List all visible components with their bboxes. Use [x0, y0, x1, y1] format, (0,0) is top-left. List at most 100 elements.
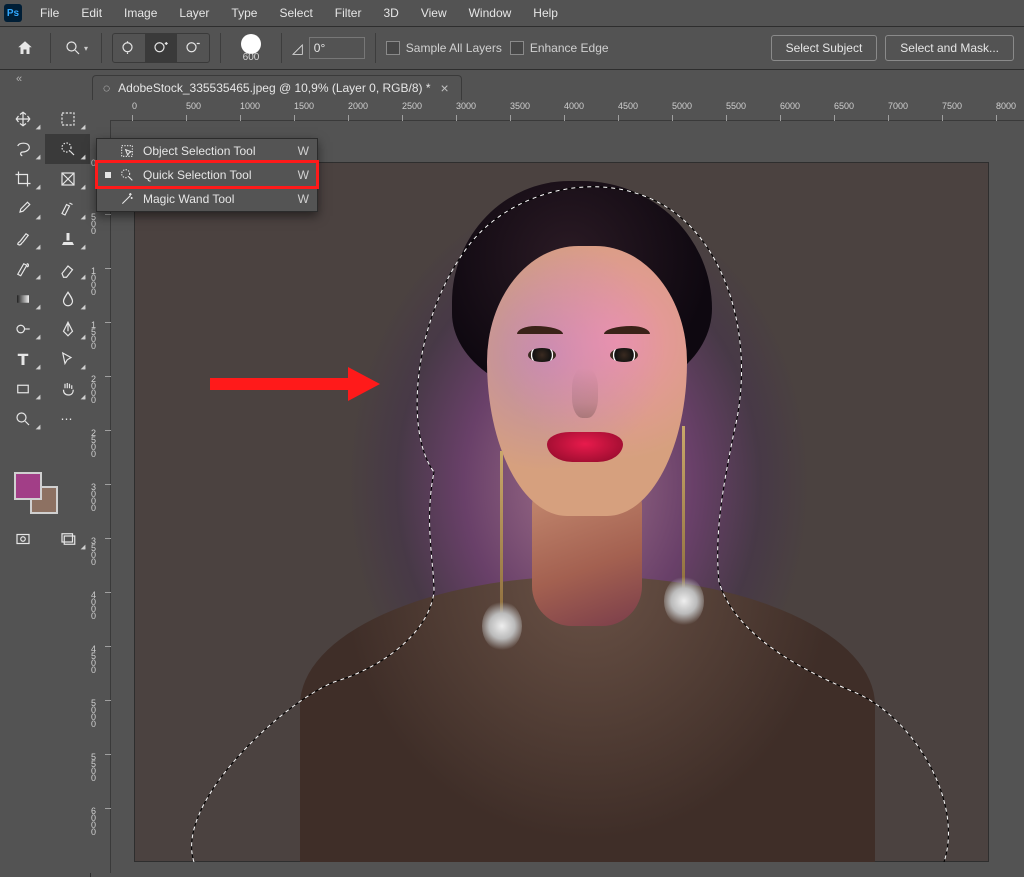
add-to-selection-toggle[interactable]: [145, 34, 177, 62]
magic-wand-icon: [119, 191, 135, 207]
divider: [220, 33, 221, 63]
clone-stamp-tool[interactable]: [45, 224, 90, 254]
ruler-tick: 3500: [91, 538, 105, 566]
lasso-tool[interactable]: [0, 134, 45, 164]
dodge-tool[interactable]: [0, 314, 45, 344]
frame-tool[interactable]: [45, 164, 90, 194]
document-tab-strip: ◌ AdobeStock_335535465.jpeg @ 10,9% (Lay…: [92, 70, 462, 100]
ruler-tick: 500: [186, 101, 201, 111]
menu-3d[interactable]: 3D: [373, 2, 408, 24]
ruler-tick: 3000: [456, 101, 476, 111]
ruler-tick: 5000: [672, 101, 692, 111]
ruler-tick: 1500: [294, 101, 314, 111]
pen-tool[interactable]: [45, 314, 90, 344]
blur-tool[interactable]: [45, 284, 90, 314]
menu-file[interactable]: File: [30, 2, 69, 24]
sample-all-layers-label: Sample All Layers: [406, 41, 502, 55]
healing-brush-tool[interactable]: [45, 194, 90, 224]
image-content: [212, 176, 912, 862]
crop-tool[interactable]: [0, 164, 45, 194]
flyout-quick-selection[interactable]: Quick Selection Tool W: [97, 163, 317, 187]
eraser-tool[interactable]: [45, 254, 90, 284]
vertical-ruler[interactable]: 0500100015002000250030003500400045005000…: [90, 120, 111, 873]
flyout-label: Quick Selection Tool: [143, 168, 290, 182]
ruler-tick: 2000: [348, 101, 368, 111]
select-and-mask-button[interactable]: Select and Mask...: [885, 35, 1014, 61]
eyedropper-tool[interactable]: [0, 194, 45, 224]
foreground-color-swatch[interactable]: [14, 472, 42, 500]
selection-tool-flyout: Object Selection Tool W Quick Selection …: [96, 138, 318, 212]
brush-size-label: 600: [243, 52, 260, 63]
rectangle-tool[interactable]: [0, 374, 45, 404]
ruler-tick: 3000: [91, 484, 105, 512]
select-subject-button[interactable]: Select Subject: [771, 35, 878, 61]
flyout-label: Object Selection Tool: [143, 144, 290, 158]
canvas[interactable]: [134, 162, 989, 862]
document-workspace: 0 500 1000 1500 2000 2500 3000 3500 4000 4500 5000…: [90, 100, 1024, 873]
ruler-tick: 7500: [942, 101, 962, 111]
ruler-tick: 1000: [240, 101, 260, 111]
edit-toolbar[interactable]: ⋯: [45, 404, 90, 434]
menu-window[interactable]: Window: [459, 2, 522, 24]
ruler-tick: 7000: [888, 101, 908, 111]
ruler-tick: 5500: [91, 754, 105, 782]
tools-panel: ⋯: [0, 100, 91, 877]
hand-tool[interactable]: [45, 374, 90, 404]
ruler-tick: 4500: [91, 646, 105, 674]
document-dirty-indicator: ◌: [103, 81, 110, 95]
annotation-arrow: [210, 370, 390, 398]
quick-selection-tool[interactable]: [45, 134, 90, 164]
options-bar: ▾ 600 ◿ Sample All Layers Enhance Edge S…: [0, 27, 1024, 70]
history-brush-tool[interactable]: [0, 254, 45, 284]
brush-preset-picker[interactable]: 600: [231, 30, 271, 66]
marquee-tool[interactable]: [45, 104, 90, 134]
panel-collapse-icon[interactable]: «: [0, 70, 38, 88]
brush-dot-icon: [241, 34, 261, 54]
menu-view[interactable]: View: [411, 2, 457, 24]
ruler-tick: 1000: [91, 268, 105, 296]
ruler-tick: 500: [91, 214, 105, 235]
ruler-tick: 4000: [91, 592, 105, 620]
menu-layer[interactable]: Layer: [169, 2, 219, 24]
flyout-object-selection[interactable]: Object Selection Tool W: [97, 139, 317, 163]
flyout-magic-wand[interactable]: Magic Wand Tool W: [97, 187, 317, 211]
ruler-tick: 2000: [91, 376, 105, 404]
app-logo: Ps: [4, 4, 22, 22]
menu-edit[interactable]: Edit: [71, 2, 112, 24]
quick-selection-icon: [119, 167, 135, 183]
ruler-tick: 2500: [91, 430, 105, 458]
menu-select[interactable]: Select: [269, 2, 322, 24]
object-selection-icon: [119, 143, 135, 159]
zoom-tool[interactable]: [0, 404, 45, 434]
tool-preset-picker[interactable]: ▾: [61, 33, 91, 63]
menu-type[interactable]: Type: [221, 2, 267, 24]
selection-mode-group: [112, 33, 210, 63]
ruler-tick: 0: [132, 101, 137, 111]
new-selection-toggle[interactable]: [113, 34, 145, 62]
flyout-shortcut: W: [298, 144, 309, 158]
move-tool[interactable]: [0, 104, 45, 134]
home-button[interactable]: [10, 33, 40, 63]
brush-angle-input[interactable]: [309, 37, 365, 59]
subtract-from-selection-toggle[interactable]: [177, 34, 209, 62]
quick-mask-toggle[interactable]: [0, 524, 45, 554]
screen-mode-button[interactable]: [45, 524, 90, 554]
path-selection-tool[interactable]: [45, 344, 90, 374]
brush-tool[interactable]: [0, 224, 45, 254]
gradient-tool[interactable]: [0, 284, 45, 314]
ruler-origin[interactable]: [90, 100, 111, 121]
document-tab[interactable]: ◌ AdobeStock_335535465.jpeg @ 10,9% (Lay…: [92, 75, 462, 100]
menu-help[interactable]: Help: [523, 2, 568, 24]
horizontal-ruler[interactable]: 0500100015002000250030003500400045005000…: [110, 100, 1024, 121]
document-close-button[interactable]: ×: [439, 80, 451, 96]
menu-image[interactable]: Image: [114, 2, 167, 24]
divider: [101, 33, 102, 63]
brush-angle-group: ◿: [292, 37, 365, 59]
type-tool[interactable]: [0, 344, 45, 374]
angle-icon: ◿: [292, 40, 303, 57]
ruler-tick: 1500: [91, 322, 105, 350]
sample-all-layers-checkbox[interactable]: Sample All Layers: [386, 41, 502, 55]
enhance-edge-checkbox[interactable]: Enhance Edge: [510, 41, 609, 55]
document-title: AdobeStock_335535465.jpeg @ 10,9% (Layer…: [118, 81, 430, 95]
menu-filter[interactable]: Filter: [325, 2, 372, 24]
